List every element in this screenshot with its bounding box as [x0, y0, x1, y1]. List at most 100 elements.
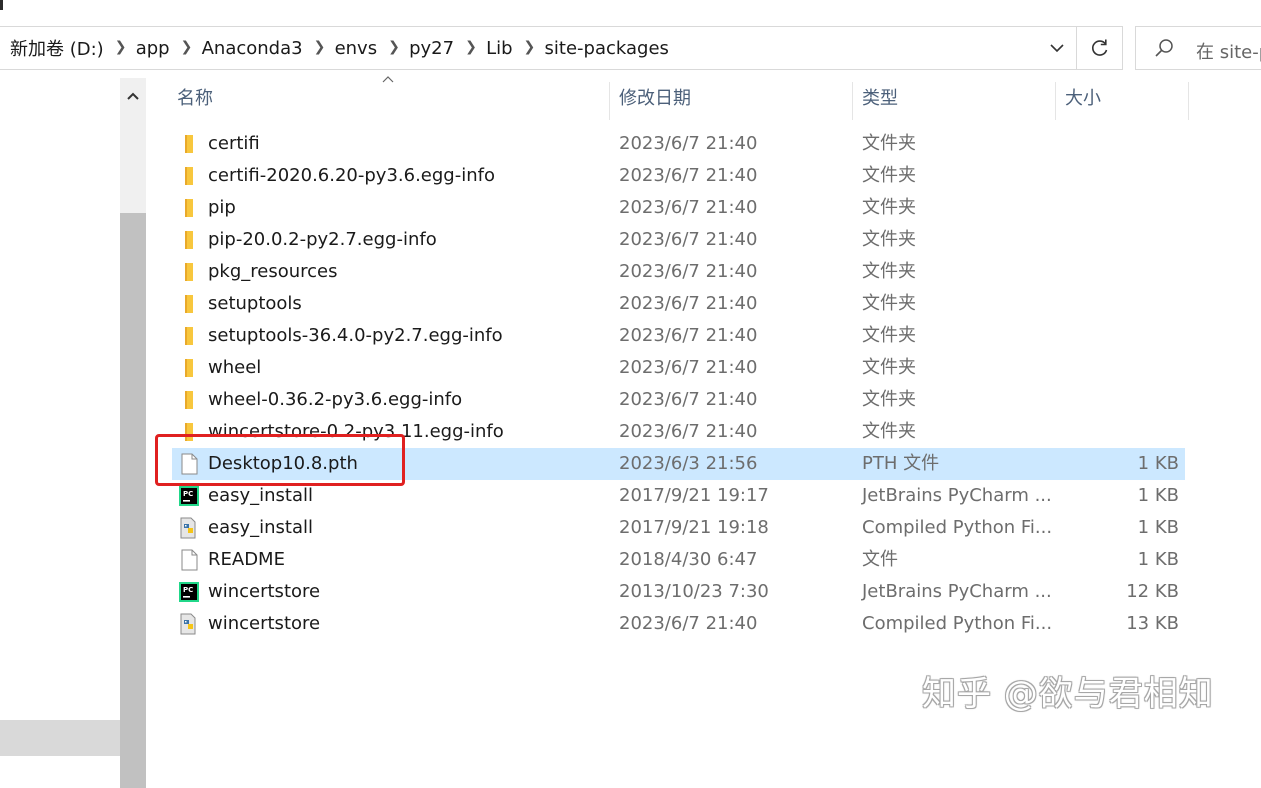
file-name: wincertstore: [208, 581, 321, 602]
file-type: Compiled Python Fi...: [862, 517, 1053, 538]
breadcrumb-separator-icon[interactable]: ❯: [181, 39, 193, 55]
breadcrumb-separator-icon[interactable]: ❯: [465, 39, 477, 55]
breadcrumb-separator-icon[interactable]: ❯: [115, 39, 127, 55]
refresh-button[interactable]: [1077, 26, 1123, 70]
column-divider[interactable]: [852, 82, 853, 120]
column-header-name[interactable]: 名称: [177, 78, 213, 120]
file-date: 2023/6/7 21:40: [619, 613, 758, 634]
file-row[interactable]: wincertstore 2023/6/7 21:40 Compiled Pytho…: [172, 608, 1185, 640]
folder-icon: [178, 325, 200, 347]
file-name: certifi: [208, 133, 260, 154]
file-type: 文件夹: [862, 325, 916, 346]
navigation-pane[interactable]: [0, 78, 120, 756]
nav-selected-item[interactable]: [0, 720, 120, 756]
file-size: 1 KB: [1137, 485, 1179, 506]
svg-text:PC: PC: [183, 490, 193, 498]
breadcrumb-drive[interactable]: 新加卷 (D:): [8, 35, 106, 61]
file-size: 12 KB: [1126, 581, 1179, 602]
breadcrumb-lib[interactable]: Lib: [484, 38, 514, 59]
search-placeholder[interactable]: 在 site-p: [1196, 38, 1261, 64]
file-date: 2018/4/30 6:47: [619, 549, 758, 570]
search-box[interactable]: 在 site-p: [1135, 26, 1261, 70]
folder-icon: [178, 197, 200, 219]
chevron-down-icon: [1050, 44, 1064, 53]
address-bar[interactable]: 新加卷 (D:) ❯ app ❯ Anaconda3 ❯ envs ❯ py27…: [0, 26, 1077, 70]
file-size: 1 KB: [1137, 549, 1179, 570]
breadcrumb-anaconda3[interactable]: Anaconda3: [200, 38, 305, 59]
file-date: 2023/6/7 21:40: [619, 293, 758, 314]
pycharm-icon: PC: [178, 581, 200, 603]
svg-text:PC: PC: [183, 586, 193, 594]
file-date: 2023/6/7 21:40: [619, 325, 758, 346]
file-date: 2023/6/7 21:40: [619, 165, 758, 186]
file-type: 文件夹: [862, 357, 916, 378]
column-divider[interactable]: [1055, 82, 1056, 120]
scroll-up-button[interactable]: [120, 84, 146, 108]
file-row[interactable]: setuptools 2023/6/7 21:40 文件夹: [172, 288, 1185, 320]
file-date: 2023/6/7 21:40: [619, 261, 758, 282]
file-row[interactable]: PC wincertstore 2013/10/23 7:30 JetBrains P…: [172, 576, 1185, 608]
column-divider[interactable]: [1188, 82, 1189, 120]
folder-icon: [178, 165, 200, 187]
column-header-date[interactable]: 修改日期: [619, 78, 691, 120]
file-type: 文件夹: [862, 261, 916, 282]
file-name: setuptools: [208, 293, 302, 314]
file-row[interactable]: certifi-2020.6.20-py3.6.egg-info 2023/6/7…: [172, 160, 1185, 192]
nav-scrollbar[interactable]: [120, 78, 146, 788]
file-date: 2013/10/23 7:30: [619, 581, 769, 602]
top-strip: [0, 0, 1261, 18]
file-name: wheel-0.36.2-py3.6.egg-info: [208, 389, 463, 410]
file-type: 文件夹: [862, 197, 916, 218]
file-name: wheel: [208, 357, 262, 378]
file-type: JetBrains PyCharm ...: [862, 581, 1052, 602]
address-history-dropdown[interactable]: [1040, 27, 1074, 69]
column-divider[interactable]: [609, 82, 610, 120]
column-header: 名称 修改日期 类型 大小: [160, 76, 1190, 120]
breadcrumb-py27[interactable]: py27: [407, 38, 456, 59]
file-name: README: [208, 549, 285, 570]
file-type: Compiled Python Fi...: [862, 613, 1053, 634]
file-type: 文件夹: [862, 229, 916, 250]
file-type: 文件夹: [862, 133, 916, 154]
window-edge-mark: [0, 0, 3, 10]
file-size: 13 KB: [1126, 613, 1179, 634]
file-date: 2023/6/7 21:40: [619, 229, 758, 250]
file-row[interactable]: pkg_resources 2023/6/7 21:40 文件夹: [172, 256, 1185, 288]
column-header-type[interactable]: 类型: [862, 78, 898, 120]
file-row[interactable]: easy_install 2017/9/21 19:18 Compiled Pyth…: [172, 512, 1185, 544]
breadcrumb-site-packages[interactable]: site-packages: [543, 38, 671, 59]
file-row[interactable]: wheel-0.36.2-py3.6.egg-info 2023/6/7 21:4…: [172, 384, 1185, 416]
file-row[interactable]: README 2018/4/30 6:47 文件 1 KB: [172, 544, 1185, 576]
file-row[interactable]: pip-20.0.2-py2.7.egg-info 2023/6/7 21:40 文…: [172, 224, 1185, 256]
sort-ascending-icon: [382, 76, 394, 83]
breadcrumb-separator-icon[interactable]: ❯: [314, 39, 326, 55]
folder-icon: [178, 357, 200, 379]
breadcrumb-app[interactable]: app: [134, 38, 172, 59]
folder-icon: [178, 133, 200, 155]
file-name: wincertstore: [208, 613, 321, 634]
file-type: 文件夹: [862, 389, 916, 410]
folder-icon: [178, 389, 200, 411]
annotation-highlight-box: [155, 434, 405, 486]
file-type: 文件夹: [862, 421, 916, 442]
file-row[interactable]: pip 2023/6/7 21:40 文件夹: [172, 192, 1185, 224]
folder-icon: [178, 261, 200, 283]
pycharm-icon: PC: [178, 485, 200, 507]
scroll-thumb[interactable]: [120, 213, 146, 788]
file-date: 2023/6/7 21:40: [619, 421, 758, 442]
file-size: 1 KB: [1137, 453, 1179, 474]
search-icon: [1155, 39, 1173, 57]
file-name: certifi-2020.6.20-py3.6.egg-info: [208, 165, 495, 186]
breadcrumb-envs[interactable]: envs: [333, 38, 380, 59]
file-type: 文件: [862, 549, 898, 570]
breadcrumb-separator-icon[interactable]: ❯: [388, 39, 400, 55]
column-header-size[interactable]: 大小: [1065, 78, 1101, 120]
folder-icon: [178, 229, 200, 251]
file-type: 文件夹: [862, 293, 916, 314]
file-row[interactable]: setuptools-36.4.0-py2.7.egg-info 2023/6/7…: [172, 320, 1185, 352]
file-row[interactable]: certifi 2023/6/7 21:40 文件夹: [172, 128, 1185, 160]
file-row[interactable]: wheel 2023/6/7 21:40 文件夹: [172, 352, 1185, 384]
breadcrumb: 新加卷 (D:) ❯ app ❯ Anaconda3 ❯ envs ❯ py27…: [8, 27, 671, 69]
python-compiled-icon: [178, 613, 200, 635]
breadcrumb-separator-icon[interactable]: ❯: [524, 39, 536, 55]
